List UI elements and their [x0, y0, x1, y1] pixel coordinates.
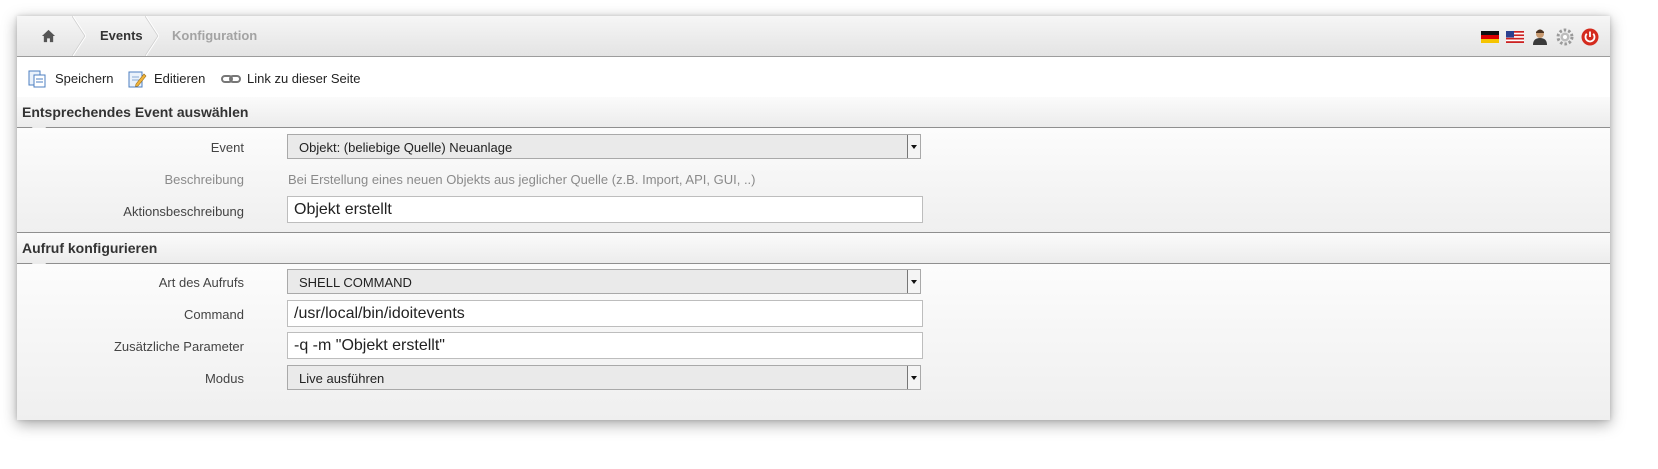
event-label: Event: [210, 140, 244, 155]
mode-label: Modus: [204, 371, 244, 386]
save-label: Speichern: [55, 71, 114, 86]
call-type-value: SHELL COMMAND: [299, 275, 412, 290]
action-description-field[interactable]: Objekt erstellt: [287, 196, 923, 223]
toolbar: Speichern Editieren Link zu dieser Seite: [17, 57, 1610, 101]
action-description-label: Aktionsbeschreibung: [123, 204, 244, 219]
section-title: Entsprechendes Event auswählen: [22, 104, 249, 120]
section-body-event: Event Objekt: (beliebige Quelle) Neuanla…: [17, 128, 1610, 232]
edit-button[interactable]: Editieren: [127, 69, 212, 89]
section-title: Aufruf konfigurieren: [22, 240, 158, 256]
home-icon: [41, 29, 56, 43]
description-label: Beschreibung: [164, 172, 245, 187]
gear-icon[interactable]: [1555, 27, 1575, 47]
breadcrumb: Events Konfiguration: [17, 16, 1610, 57]
mode-select[interactable]: Live ausführen: [287, 365, 921, 390]
section-body-call: Art des Aufrufs SHELL COMMAND Command /u…: [17, 264, 1610, 420]
header-icons: [1480, 27, 1604, 47]
link-to-page-button[interactable]: Link zu dieser Seite: [221, 69, 361, 89]
app-window: Events Konfiguration Speichern Editieren…: [17, 16, 1610, 420]
additional-parameters-label: Zusätzliche Parameter: [113, 339, 244, 354]
event-select[interactable]: Objekt: (beliebige Quelle) Neuanlage: [287, 134, 921, 159]
power-icon[interactable]: [1580, 27, 1600, 47]
save-button[interactable]: Speichern: [27, 69, 117, 89]
command-label: Command: [184, 307, 244, 322]
breadcrumb-separator: [145, 16, 159, 56]
additional-parameters-field[interactable]: -q -m "Objekt erstellt": [287, 332, 923, 359]
breadcrumb-separator: [72, 16, 86, 56]
event-select-value: Objekt: (beliebige Quelle) Neuanlage: [299, 140, 513, 155]
flag-de-icon[interactable]: [1480, 27, 1500, 47]
link-icon: [221, 75, 241, 83]
link-label: Link zu dieser Seite: [247, 71, 361, 86]
section-header-event: Entsprechendes Event auswählen: [17, 97, 1610, 135]
section-header-call: Aufruf konfigurieren: [17, 232, 1610, 271]
chevron-down-icon: [907, 135, 920, 158]
save-icon: [28, 70, 46, 88]
description-text: Bei Erstellung eines neuen Objekts aus j…: [288, 172, 756, 187]
edit-icon: [128, 71, 147, 88]
mode-value: Live ausführen: [299, 371, 385, 386]
call-type-select[interactable]: SHELL COMMAND: [287, 269, 921, 294]
breadcrumb-home[interactable]: [17, 16, 79, 56]
chevron-down-icon: [907, 366, 920, 389]
call-type-label: Art des Aufrufs: [158, 275, 244, 290]
user-icon[interactable]: [1530, 27, 1550, 47]
chevron-down-icon: [907, 270, 920, 293]
command-field[interactable]: /usr/local/bin/idoitevents: [287, 300, 923, 327]
edit-label: Editieren: [154, 71, 206, 86]
breadcrumb-item-events[interactable]: Events: [100, 16, 143, 56]
flag-us-icon[interactable]: [1505, 27, 1525, 47]
breadcrumb-item-konfiguration: Konfiguration: [172, 28, 258, 43]
